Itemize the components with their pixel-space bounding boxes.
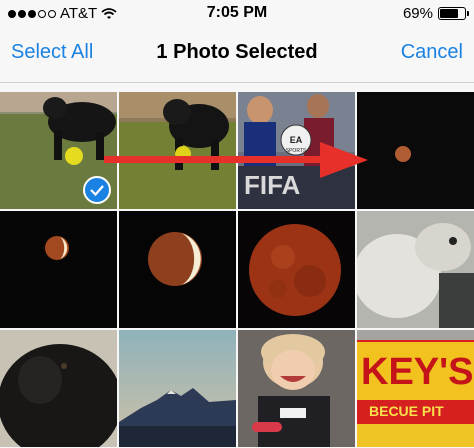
navigation-bar: Select All 1 Photo Selected Cancel (0, 28, 474, 83)
photo-thumbnail-white-dog[interactable] (357, 211, 474, 328)
mountain-photo (119, 330, 236, 447)
photo-thumbnail-blood-moon[interactable] (238, 211, 355, 328)
photo-thumbnail-game-cover[interactable]: EA SPORTS FIFA (238, 92, 355, 209)
eclipse-photo (0, 211, 117, 328)
status-bar: AT&T 7:05 PM 69% (0, 0, 474, 28)
photo-thumbnail-mountains[interactable] (119, 330, 236, 447)
fifa-title-text: FIFA (244, 170, 301, 200)
sign-subtext: BECUE PIT (369, 403, 444, 419)
select-all-button[interactable]: Select All (11, 41, 93, 64)
ea-logo-text: EA (290, 135, 303, 145)
child-photo (238, 330, 355, 447)
photo-thumbnail-sign[interactable]: KEY'S BECUE PIT (357, 330, 474, 447)
fifa-cover-photo: EA SPORTS FIFA (238, 92, 355, 209)
sign-text: KEY'S (361, 351, 474, 393)
battery-icon (438, 7, 469, 20)
black-dog-photo (0, 330, 117, 447)
white-dog-photo (357, 211, 474, 328)
battery-percentage: 69% (402, 5, 433, 22)
dog-photo (119, 92, 236, 209)
ea-sports-text: SPORTS (286, 148, 307, 154)
restaurant-sign-photo: KEY'S BECUE PIT (357, 330, 474, 447)
eclipse-photo (119, 211, 236, 328)
moon-photo (357, 92, 474, 209)
cancel-button[interactable]: Cancel (401, 41, 463, 64)
blood-moon-photo (238, 211, 355, 328)
photo-thumbnail-child[interactable] (238, 330, 355, 447)
photo-thumbnail-dog[interactable] (119, 92, 236, 209)
selected-checkmark-icon (83, 176, 111, 204)
photo-thumbnail-dog-selected[interactable] (0, 92, 117, 209)
photo-thumbnail-eclipse[interactable] (0, 211, 117, 328)
photo-thumbnail-moon[interactable] (357, 92, 474, 209)
photo-thumbnail-eclipse[interactable] (119, 211, 236, 328)
photo-thumbnail-black-dog[interactable] (0, 330, 117, 447)
